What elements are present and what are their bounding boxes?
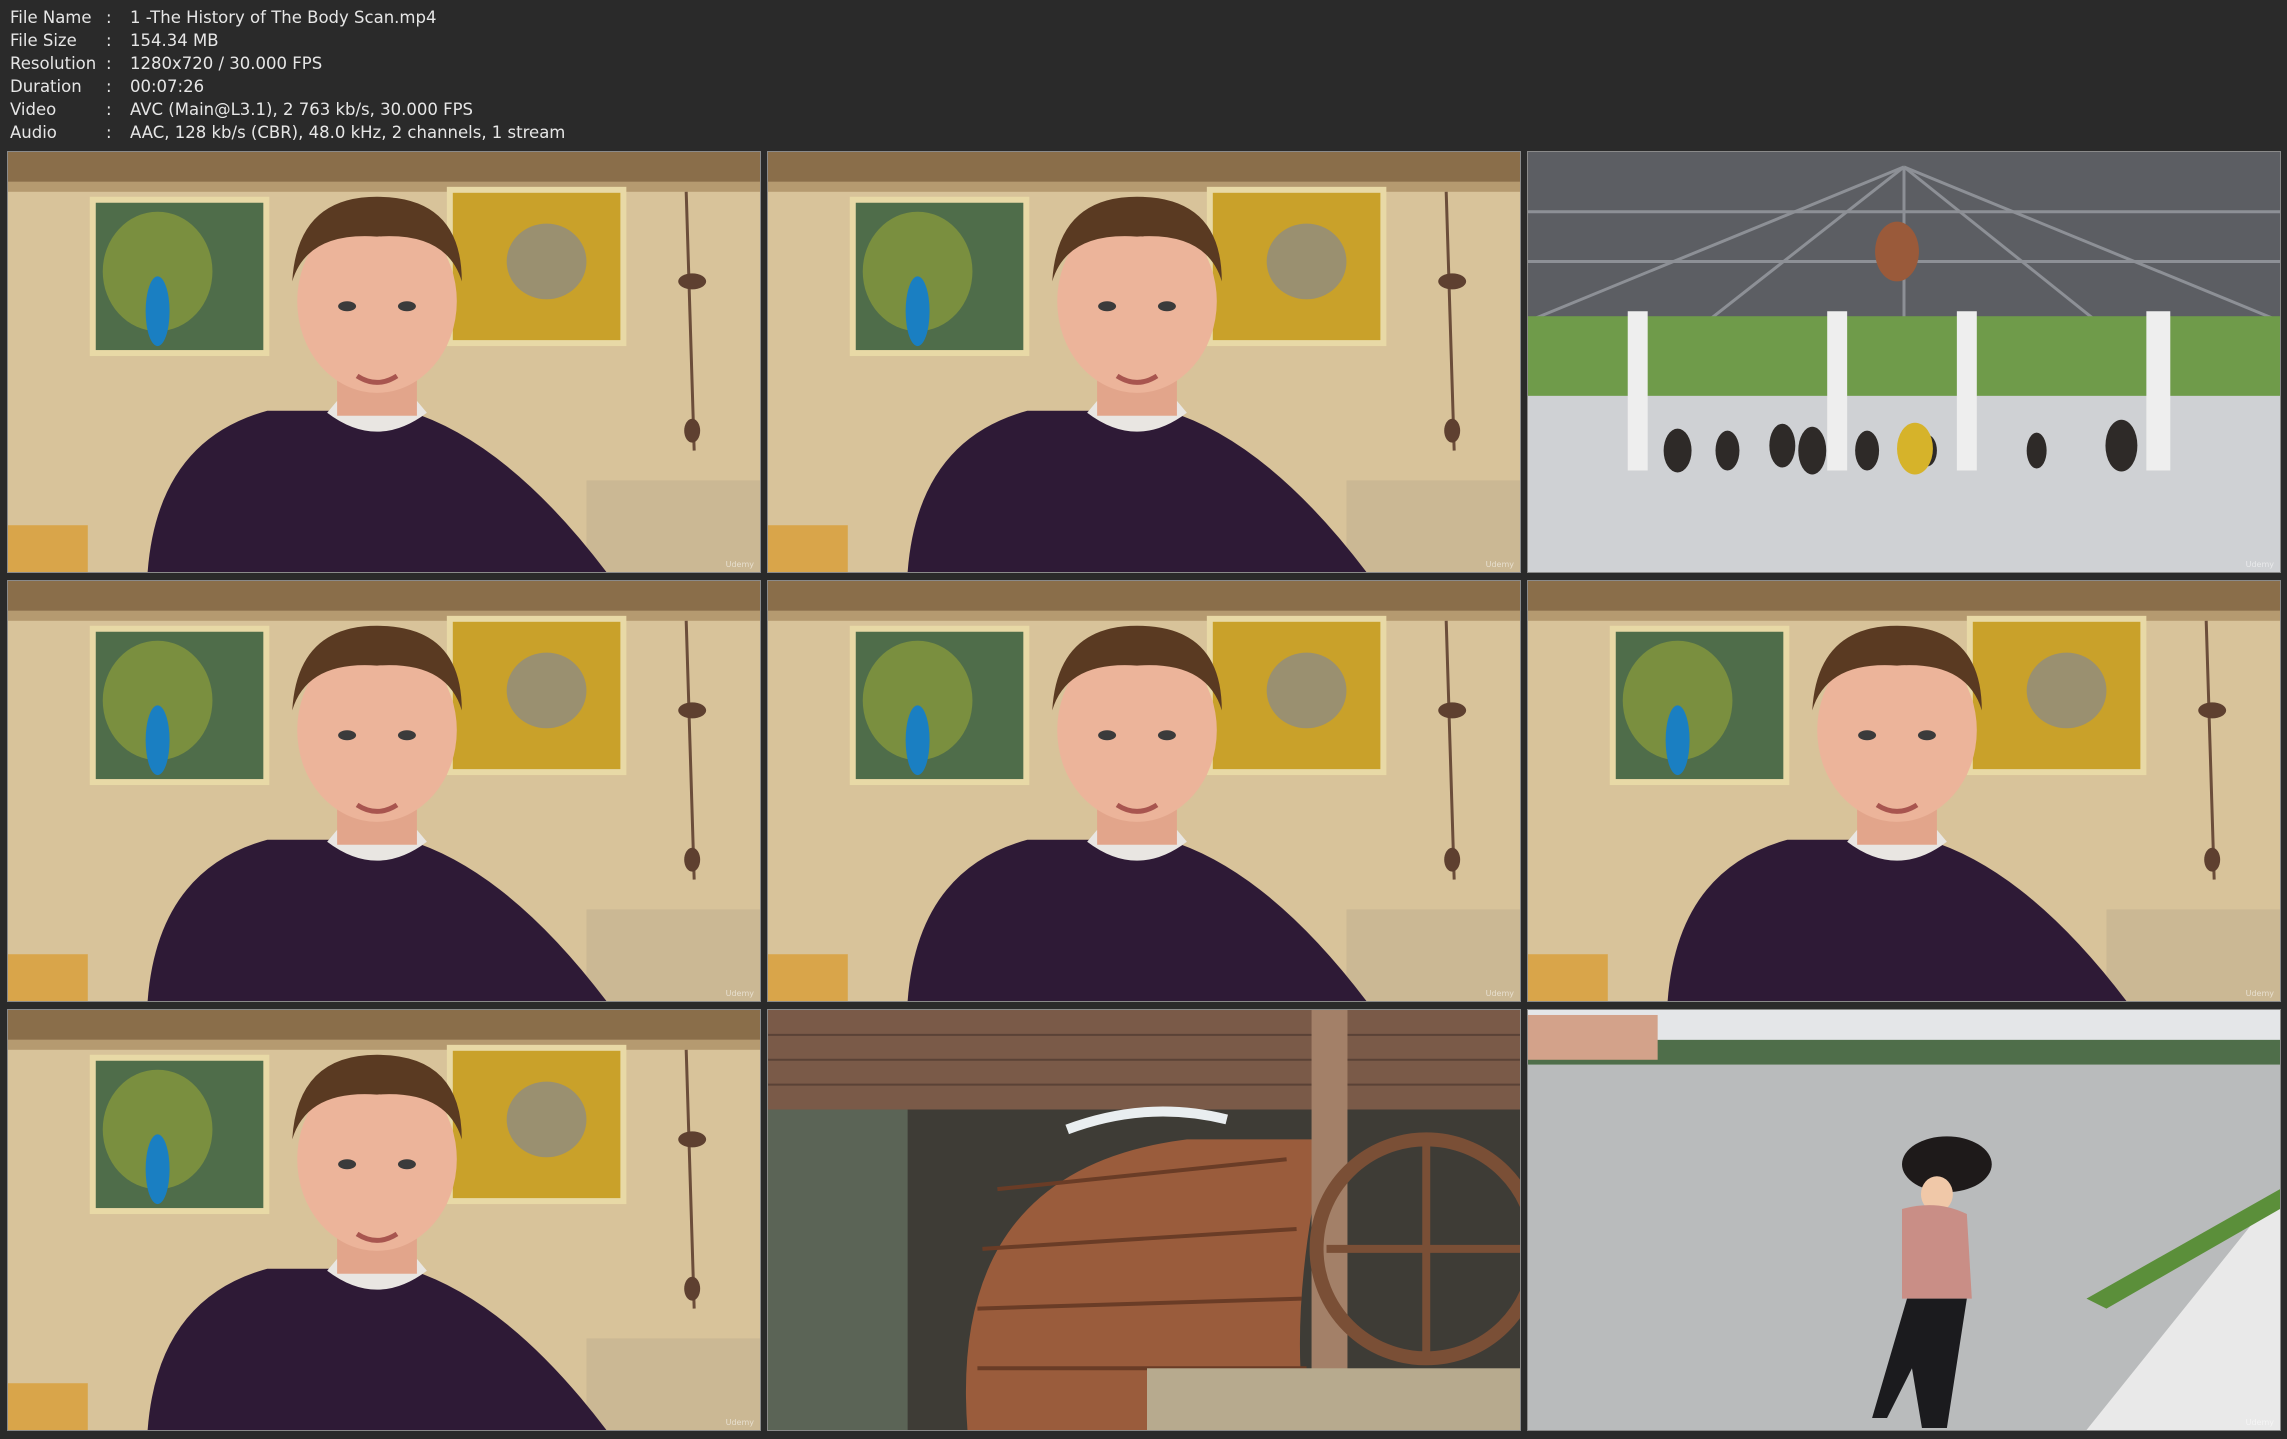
- watermark-label: Udemy: [725, 560, 754, 569]
- media-info-row: File Name : 1 -The History of The Body S…: [10, 6, 565, 29]
- watermark-label: Udemy: [725, 989, 754, 998]
- media-info-row: Resolution : 1280x720 / 30.000 FPS: [10, 52, 565, 75]
- video-value: AVC (Main@L3.1), 2 763 kb/s, 30.000 FPS: [130, 100, 474, 119]
- meta-separator: :: [106, 8, 112, 27]
- file-name-value: 1 -The History of The Body Scan.mp4: [130, 8, 437, 27]
- meta-separator: :: [106, 100, 112, 119]
- audio-value: AAC, 128 kb/s (CBR), 48.0 kHz, 2 channel…: [130, 123, 566, 142]
- frame-image: [8, 1010, 760, 1430]
- frame-image: [768, 152, 1520, 572]
- file-size-value: 154.34 MB: [130, 31, 219, 50]
- watermark-label: Udemy: [1485, 560, 1514, 569]
- watermark-label: Udemy: [2245, 989, 2274, 998]
- meta-label: Resolution: [10, 54, 97, 73]
- watermark-label: Udemy: [1485, 989, 1514, 998]
- media-info-row: Audio : AAC, 128 kb/s (CBR), 48.0 kHz, 2…: [10, 121, 565, 144]
- meta-label: Video: [10, 100, 57, 119]
- video-thumbnail[interactable]: Udemy: [7, 151, 761, 573]
- meta-separator: :: [106, 31, 112, 50]
- frame-image: [1528, 152, 2280, 572]
- meta-label: Duration: [10, 77, 82, 96]
- frame-image: [768, 1010, 1520, 1430]
- meta-label: File Size: [10, 31, 77, 50]
- video-thumbnail[interactable]: Udemy: [7, 1009, 761, 1431]
- watermark-label: Udemy: [2245, 1418, 2274, 1427]
- frame-image: [768, 581, 1520, 1001]
- meta-label: Audio: [10, 123, 57, 142]
- watermark-label: Udemy: [2245, 560, 2274, 569]
- watermark-label: Udemy: [725, 1418, 754, 1427]
- video-thumbnail[interactable]: Udemy: [1527, 580, 2281, 1002]
- video-thumbnail[interactable]: Udemy: [767, 151, 1521, 573]
- meta-label: File Name: [10, 8, 92, 27]
- meta-separator: :: [106, 77, 112, 96]
- video-thumbnail[interactable]: Udemy: [7, 580, 761, 1002]
- media-info-row: Duration : 00:07:26: [10, 75, 565, 98]
- duration-value: 00:07:26: [130, 77, 205, 96]
- video-thumbnail[interactable]: Udemy: [1527, 151, 2281, 573]
- meta-separator: :: [106, 123, 112, 142]
- frame-image: [8, 152, 760, 572]
- frame-image: [8, 581, 760, 1001]
- media-info-row: File Size : 154.34 MB: [10, 29, 565, 52]
- media-info-row: Video : AVC (Main@L3.1), 2 763 kb/s, 30.…: [10, 98, 565, 121]
- video-thumbnail[interactable]: Udemy: [767, 580, 1521, 1002]
- resolution-value: 1280x720 / 30.000 FPS: [130, 54, 323, 73]
- frame-image: [1528, 581, 2280, 1001]
- video-thumbnail[interactable]: [767, 1009, 1521, 1431]
- video-thumbnail[interactable]: Udemy: [1527, 1009, 2281, 1431]
- media-info-panel: File Name : 1 -The History of The Body S…: [10, 6, 565, 144]
- frame-image: [1528, 1010, 2280, 1430]
- thumbnail-grid: Udemy Udemy Udemy Udemy Udemy Udemy Udem…: [7, 151, 2281, 1431]
- meta-separator: :: [106, 54, 112, 73]
